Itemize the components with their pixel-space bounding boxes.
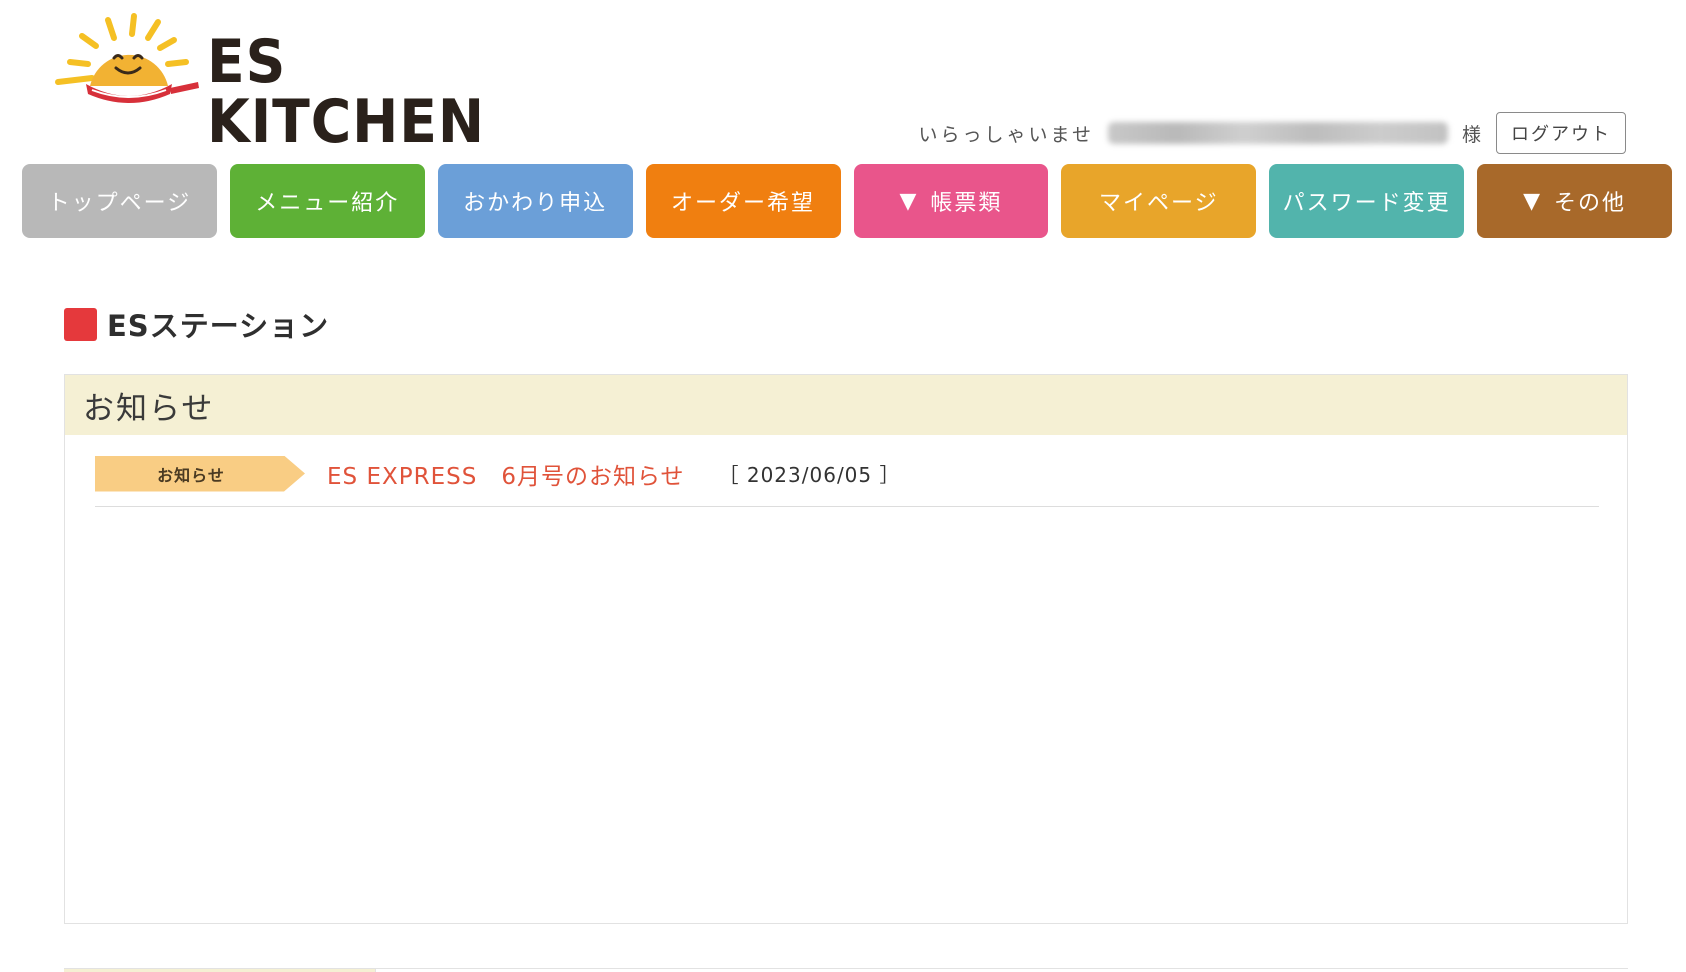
nav-order-request[interactable]: オーダー希望	[645, 164, 841, 238]
section-title: ESステーション	[107, 309, 330, 343]
nav-my-page[interactable]: マイページ	[1061, 164, 1257, 238]
honorific-suffix: 様	[1461, 123, 1482, 146]
nav-others-dropdown[interactable]: ▼ その他	[1477, 164, 1672, 238]
nav-label: おかわり申込	[463, 191, 608, 216]
logo-text: ES KITCHEN	[207, 27, 486, 157]
section-heading: ESステーション	[64, 303, 329, 345]
nav-label: オーダー希望	[671, 191, 816, 216]
nav-label: パスワード変更	[1282, 191, 1451, 216]
nav-menu-introduction[interactable]: メニュー紹介	[229, 164, 425, 238]
triangle-down-icon: ▼	[1523, 188, 1543, 214]
notice-date: ［ 2023/06/05 ］	[718, 463, 901, 487]
welcome-greeting: いらっしゃいませ	[918, 123, 1094, 146]
nav-label: トップページ	[47, 191, 192, 216]
nav-label: メニュー紹介	[255, 191, 400, 216]
notices-panel: お知らせ お知らせ ES EXPRESS 6月号のお知らせ ［ 2023/06/…	[64, 374, 1628, 924]
notices-panel-heading: お知らせ	[65, 375, 1627, 435]
page: ES KITCHEN いらっしゃいませ 様 ログアウト トップページ メニュー紹…	[0, 0, 1686, 972]
sun-pan-logo-icon	[55, 13, 199, 103]
red-square-icon	[64, 307, 97, 341]
nav-forms-dropdown[interactable]: ▼ 帳票類	[853, 164, 1049, 238]
nav-password-change[interactable]: パスワード変更	[1269, 164, 1465, 238]
triangle-down-icon: ▼	[899, 188, 919, 214]
nav-top-page[interactable]: トップページ	[22, 164, 217, 238]
nav-label: 帳票類	[930, 191, 1003, 216]
nav-refill-application[interactable]: おかわり申込	[437, 164, 633, 238]
site-logo[interactable]: ES KITCHEN	[52, 12, 552, 152]
nav-label: マイページ	[1099, 191, 1219, 216]
notice-title-link[interactable]: ES EXPRESS 6月号のお知らせ	[327, 457, 685, 491]
notice-category-tag: お知らせ	[95, 455, 305, 492]
nav-label: その他	[1554, 191, 1627, 216]
notice-item: お知らせ ES EXPRESS 6月号のお知らせ ［ 2023/06/05 ］	[95, 453, 1599, 507]
main-nav: トップページ メニュー紹介 おかわり申込 オーダー希望 ▼ 帳票類 マイページ …	[22, 164, 1672, 238]
user-name-redacted	[1107, 122, 1448, 144]
logout-button[interactable]: ログアウト	[1496, 112, 1626, 154]
next-panel-edge	[64, 968, 1628, 972]
welcome-bar: いらっしゃいませ 様 ログアウト	[919, 112, 1626, 154]
